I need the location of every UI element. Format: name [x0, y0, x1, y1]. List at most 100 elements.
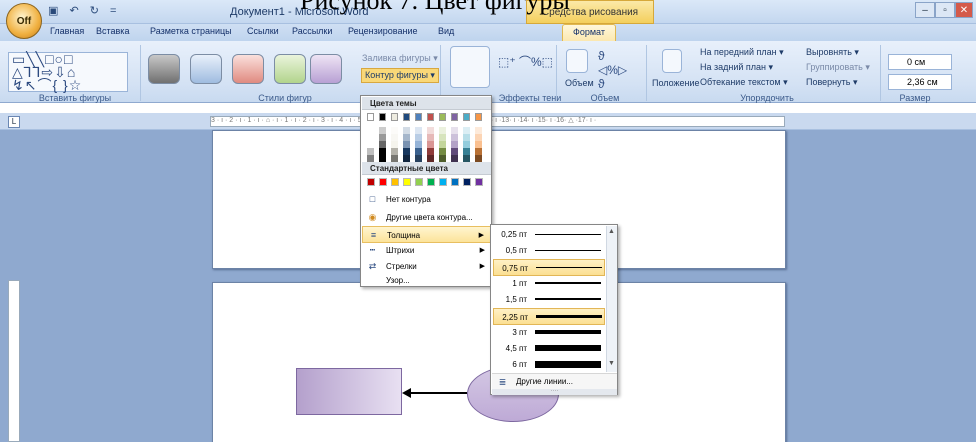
- theme-color-swatch[interactable]: [367, 127, 374, 134]
- tab-review[interactable]: Рецензирование: [348, 26, 418, 36]
- theme-color-swatch[interactable]: [415, 148, 422, 155]
- theme-color-swatch[interactable]: [439, 127, 446, 134]
- scroll-up-icon[interactable]: ▲: [608, 228, 615, 235]
- align-button[interactable]: Выровнять ▾: [806, 47, 859, 58]
- theme-color-swatch[interactable]: [439, 113, 446, 121]
- rotate-button[interactable]: Повернуть ▾: [806, 77, 857, 88]
- weight-item[interactable]: ≡ Толщина ▶: [362, 226, 491, 243]
- theme-color-swatch[interactable]: [379, 155, 386, 162]
- dashes-item[interactable]: ┅ Штрихи ▶: [362, 242, 491, 259]
- theme-color-swatch[interactable]: [379, 141, 386, 148]
- theme-color-swatch[interactable]: [451, 127, 458, 134]
- tab-mailings[interactable]: Рассылки: [292, 26, 332, 36]
- theme-color-swatch[interactable]: [415, 127, 422, 134]
- theme-color-swatch[interactable]: [403, 155, 410, 162]
- weight-option[interactable]: 1,5 пт: [493, 291, 605, 308]
- theme-color-swatch[interactable]: [367, 113, 374, 121]
- theme-color-swatch[interactable]: [463, 141, 470, 148]
- theme-color-swatch[interactable]: [475, 141, 482, 148]
- theme-color-swatch[interactable]: [451, 113, 458, 121]
- close-button[interactable]: ✕: [955, 2, 973, 18]
- theme-color-swatch[interactable]: [391, 113, 398, 121]
- theme-color-swatch[interactable]: [391, 148, 398, 155]
- theme-color-swatch[interactable]: [451, 155, 458, 162]
- theme-color-swatch[interactable]: [379, 127, 386, 134]
- theme-color-swatch[interactable]: [427, 155, 434, 162]
- theme-color-swatch[interactable]: [439, 134, 446, 141]
- theme-color-swatch[interactable]: [475, 155, 482, 162]
- weight-option[interactable]: 0,5 пт: [493, 242, 605, 259]
- rectangle-shape[interactable]: [296, 368, 402, 415]
- resize-grip[interactable]: ····: [492, 388, 617, 395]
- shape-style-gray[interactable]: [148, 54, 180, 84]
- weight-option[interactable]: 0,25 пт: [493, 226, 605, 243]
- weight-option[interactable]: 3 пт: [493, 324, 605, 341]
- connector-arrow[interactable]: [410, 392, 467, 394]
- shapes-gallery[interactable]: ▭╲╲□○□ △⅂⅂⇨⇩⌂ ↯↖⌒{ }☆: [8, 52, 128, 92]
- theme-color-swatch[interactable]: [451, 134, 458, 141]
- theme-color-swatch[interactable]: [415, 155, 422, 162]
- theme-color-swatch[interactable]: [415, 141, 422, 148]
- volume-button[interactable]: [566, 49, 588, 73]
- scroll-down-icon[interactable]: ▼: [608, 360, 615, 367]
- theme-color-swatch[interactable]: [427, 127, 434, 134]
- weight-option[interactable]: 0,75 пт: [493, 258, 605, 276]
- maximize-button[interactable]: ▫: [935, 2, 955, 18]
- theme-color-swatch[interactable]: [391, 127, 398, 134]
- tab-selector[interactable]: L: [8, 116, 20, 128]
- shape-width-input[interactable]: 2,36 см: [888, 74, 952, 90]
- weight-option[interactable]: 1 пт: [493, 275, 605, 292]
- office-button[interactable]: Off: [6, 3, 42, 39]
- standard-color-swatch[interactable]: [451, 178, 459, 186]
- theme-color-swatch[interactable]: [367, 155, 374, 162]
- theme-color-swatch[interactable]: [391, 141, 398, 148]
- theme-color-swatch[interactable]: [367, 134, 374, 141]
- theme-color-swatch[interactable]: [391, 134, 398, 141]
- theme-color-swatch[interactable]: [439, 155, 446, 162]
- theme-color-swatch[interactable]: [427, 148, 434, 155]
- more-lines-item[interactable]: ≣ Другие линии...: [492, 373, 617, 389]
- theme-color-swatch[interactable]: [379, 113, 386, 121]
- group-button[interactable]: Группировать ▾: [806, 62, 870, 73]
- theme-color-swatch[interactable]: [391, 155, 398, 162]
- tab-references[interactable]: Ссылки: [247, 26, 279, 36]
- shape-style-blue[interactable]: [190, 54, 222, 84]
- theme-color-swatch[interactable]: [463, 127, 470, 134]
- theme-color-swatch[interactable]: [415, 113, 422, 121]
- minimize-button[interactable]: –: [915, 2, 935, 18]
- theme-color-swatch[interactable]: [463, 155, 470, 162]
- weight-option[interactable]: 4,5 пт: [493, 340, 605, 357]
- horizontal-ruler[interactable]: 3 · ı · 2 · ı · 1 · ı · ⌂ · ı · 1 · ı · …: [210, 116, 785, 127]
- theme-color-swatch[interactable]: [475, 113, 482, 121]
- theme-color-swatch[interactable]: [403, 134, 410, 141]
- theme-color-swatch[interactable]: [451, 148, 458, 155]
- theme-color-swatch[interactable]: [403, 127, 410, 134]
- vertical-ruler[interactable]: [8, 280, 20, 442]
- standard-color-swatch[interactable]: [379, 178, 387, 186]
- weight-option[interactable]: 2,25 пт: [493, 307, 605, 325]
- tab-view[interactable]: Вид: [438, 26, 454, 36]
- tab-insert[interactable]: Вставка: [96, 26, 129, 36]
- theme-color-swatch[interactable]: [451, 141, 458, 148]
- theme-color-swatch[interactable]: [427, 113, 434, 121]
- theme-color-swatch[interactable]: [463, 148, 470, 155]
- no-outline-item[interactable]: □ Нет контура: [362, 191, 491, 208]
- position-button[interactable]: [662, 49, 682, 73]
- tab-home[interactable]: Главная: [50, 26, 84, 36]
- text-wrap-button[interactable]: Обтекание текстом ▾: [700, 77, 788, 88]
- standard-color-swatch[interactable]: [415, 178, 423, 186]
- submenu-scrollbar[interactable]: ▲ ▼: [606, 226, 617, 372]
- standard-color-swatch[interactable]: [427, 178, 435, 186]
- theme-color-swatch[interactable]: [403, 141, 410, 148]
- shape-height-input[interactable]: 0 см: [888, 54, 952, 70]
- standard-color-swatch[interactable]: [367, 178, 375, 186]
- theme-color-swatch[interactable]: [367, 141, 374, 148]
- quick-access-toolbar[interactable]: ▣ ↶ ↻ =: [48, 4, 120, 17]
- theme-color-swatch[interactable]: [427, 134, 434, 141]
- theme-color-swatch[interactable]: [379, 134, 386, 141]
- weight-option[interactable]: 6 пт: [493, 356, 605, 373]
- more-outline-colors-item[interactable]: ◉ Другие цвета контура...: [362, 209, 491, 226]
- shape-outline-button[interactable]: Контур фигуры ▾: [361, 68, 439, 83]
- shape-fill-button[interactable]: Заливка фигуры ▾: [362, 53, 438, 64]
- bring-front-button[interactable]: На передний план ▾: [700, 47, 784, 58]
